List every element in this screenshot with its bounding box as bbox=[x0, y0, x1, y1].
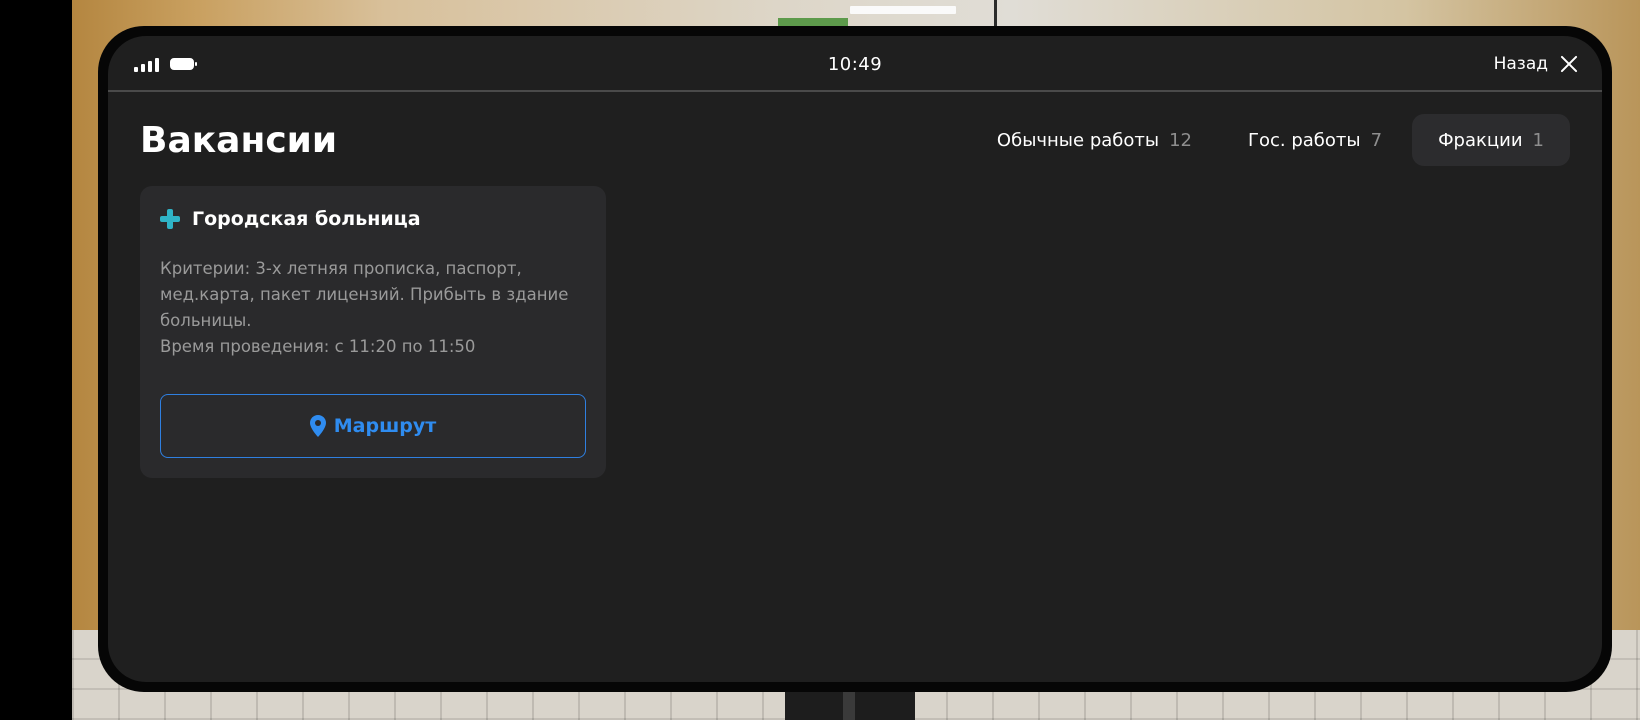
tab-factions[interactable]: Фракции 1 bbox=[1412, 114, 1570, 166]
back-label: Назад bbox=[1493, 54, 1548, 74]
vacancy-criteria: Критерии: 3-х летняя прописка, паспорт, … bbox=[160, 259, 569, 330]
tab-label: Фракции bbox=[1438, 129, 1523, 151]
page-title: Вакансии bbox=[140, 120, 338, 161]
phone-screen: 10:49 Назад Вакансии Обычные работы 12 Г… bbox=[108, 36, 1602, 682]
back-button[interactable]: Назад bbox=[1494, 50, 1578, 78]
close-icon[interactable] bbox=[1560, 55, 1578, 73]
ceiling-light bbox=[850, 6, 956, 14]
status-bar: 10:49 Назад bbox=[108, 36, 1602, 92]
vacancy-title: Городская больница bbox=[192, 208, 421, 230]
tab-regular-jobs[interactable]: Обычные работы 12 bbox=[971, 114, 1218, 166]
tab-count: 12 bbox=[1169, 129, 1192, 151]
tab-count: 7 bbox=[1370, 129, 1383, 151]
vacancy-header: Городская больница bbox=[160, 208, 421, 230]
tab-label: Обычные работы bbox=[996, 129, 1160, 151]
phone-frame: 10:49 Назад Вакансии Обычные работы 12 Г… bbox=[98, 26, 1612, 692]
job-tabs: Обычные работы 12 Гос. работы 7 Фракции … bbox=[971, 114, 1570, 166]
player-character bbox=[785, 688, 915, 720]
vacancy-card: Городская больница Критерии: 3-х летняя … bbox=[140, 186, 606, 478]
ceiling-beam bbox=[994, 0, 997, 26]
medical-cross-icon bbox=[160, 209, 180, 229]
vacancy-schedule: Время проведения: с 11:20 по 11:50 bbox=[160, 337, 476, 356]
route-label: Маршрут bbox=[333, 415, 437, 437]
tab-gov-jobs[interactable]: Гос. работы 7 bbox=[1222, 114, 1408, 166]
vacancy-description: Критерии: 3-х летняя прописка, паспорт, … bbox=[160, 256, 590, 360]
status-time: 10:49 bbox=[827, 54, 883, 75]
tab-label: Гос. работы bbox=[1248, 129, 1361, 151]
tab-count: 1 bbox=[1532, 129, 1544, 151]
map-pin-icon bbox=[309, 415, 326, 437]
route-button[interactable]: Маршрут bbox=[160, 394, 586, 458]
